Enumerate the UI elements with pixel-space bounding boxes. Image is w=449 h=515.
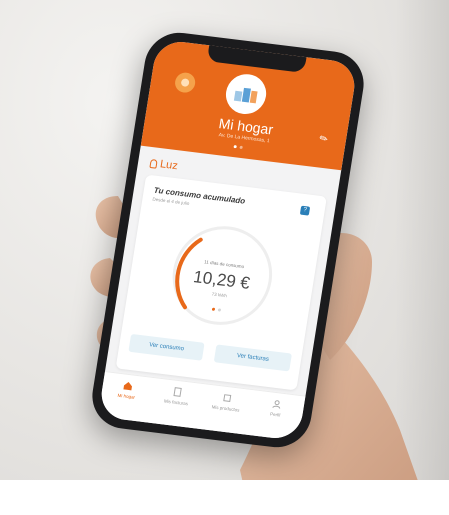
sun-icon <box>173 71 197 94</box>
nav-item-products[interactable]: Mis productos <box>200 390 252 414</box>
consumption-card: Tu consumo acumulado Desde el 4 de julio… <box>115 174 327 391</box>
home-icon <box>123 381 132 391</box>
nav-item-profile[interactable]: Perfil <box>250 396 302 420</box>
photo-background: Mi hogar Av. De La Hermosas, 1 ✎ Luz Tu … <box>0 0 449 515</box>
house-icon <box>223 71 270 117</box>
nav-item-home[interactable]: Mi hogar <box>101 378 153 402</box>
info-icon[interactable]: ? <box>299 205 311 216</box>
invoice-icon <box>173 387 182 397</box>
products-icon <box>223 394 232 402</box>
view-consumption-button[interactable]: Ver consumo <box>128 333 205 361</box>
view-invoices-button[interactable]: Ver facturas <box>213 344 292 372</box>
home-pager-dots <box>233 145 243 150</box>
profile-icon <box>272 400 281 409</box>
supply-label-text: Luz <box>159 158 179 173</box>
bottom-margin <box>0 480 449 515</box>
lightbulb-icon <box>149 158 158 169</box>
nav-item-invoices[interactable]: Mis facturas <box>151 384 203 408</box>
supply-label: Luz <box>149 157 179 173</box>
